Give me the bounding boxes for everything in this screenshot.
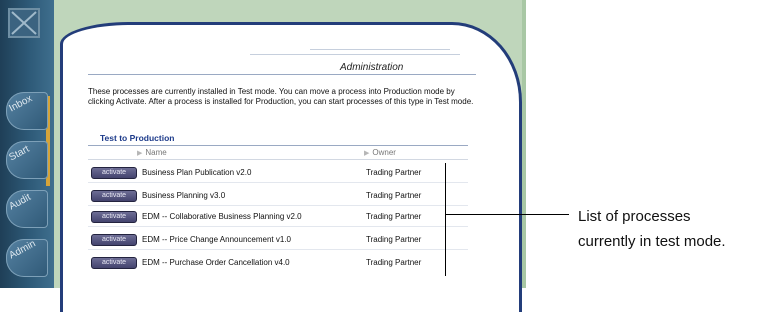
tab-start[interactable]: Start (6, 141, 48, 179)
column-header-owner-label: Owner (372, 148, 396, 157)
column-header-owner[interactable]: ▶ Owner (364, 148, 396, 157)
tab-admin[interactable]: Admin (6, 238, 48, 277)
section-title: Test to Production (100, 133, 175, 143)
callout-leader-line (445, 214, 569, 215)
tab-audit-label: Audit (7, 191, 33, 213)
process-owner: Trading Partner (366, 168, 422, 177)
row-divider (88, 182, 468, 183)
process-name: EDM -- Price Change Announcement v1.0 (142, 235, 291, 244)
triangle-right-icon: ▶ (137, 150, 143, 157)
tab-inbox[interactable]: Inbox (6, 92, 48, 130)
activate-button[interactable]: activate (91, 234, 137, 246)
table-row: activate EDM -- Purchase Order Cancellat… (88, 256, 468, 270)
header-divider (88, 159, 468, 160)
callout-text: List of processes currently in test mode… (578, 204, 726, 254)
process-name: Business Plan Publication v2.0 (142, 168, 252, 177)
tab-inbox-label: Inbox (7, 93, 35, 115)
table-row: activate Business Planning v3.0 Trading … (88, 189, 468, 206)
decorative-line (250, 54, 460, 55)
column-header-name-label: Name (145, 148, 167, 157)
column-header-name[interactable]: ▶ Name (137, 148, 167, 157)
table-row: activate EDM -- Collaborative Business P… (88, 210, 468, 227)
process-owner: Trading Partner (366, 191, 422, 200)
activate-button[interactable]: activate (91, 190, 137, 202)
row-divider (88, 249, 468, 250)
table-row: activate EDM -- Price Change Announcemen… (88, 233, 468, 250)
table-row: activate Business Plan Publication v2.0 … (88, 166, 468, 183)
process-owner: Trading Partner (366, 258, 422, 267)
section-divider (88, 145, 468, 146)
process-owner: Trading Partner (366, 235, 422, 244)
process-name: EDM -- Purchase Order Cancellation v4.0 (142, 258, 290, 267)
page-title: Administration (340, 62, 404, 73)
process-name: EDM -- Collaborative Business Planning v… (142, 212, 302, 221)
process-name: Business Planning v3.0 (142, 191, 226, 200)
row-divider (88, 205, 468, 206)
row-divider (88, 226, 468, 227)
activate-button[interactable]: activate (91, 167, 137, 179)
title-divider (88, 74, 476, 75)
callout-bracket (445, 163, 446, 276)
callout-line-2: currently in test mode. (578, 233, 726, 250)
tab-admin-label: Admin (7, 238, 38, 262)
process-owner: Trading Partner (366, 212, 422, 221)
triangle-right-icon: ▶ (364, 150, 370, 157)
x-box-icon (8, 8, 40, 38)
tab-audit[interactable]: Audit (6, 190, 48, 228)
decorative-line (310, 49, 450, 50)
callout-line-1: List of processes (578, 208, 691, 225)
activate-button[interactable]: activate (91, 211, 137, 223)
activate-button[interactable]: activate (91, 257, 137, 269)
tab-start-label: Start (7, 143, 32, 164)
intro-text: These processes are currently installed … (88, 87, 474, 106)
nav-rail: Inbox Start Audit Admin (0, 0, 54, 288)
